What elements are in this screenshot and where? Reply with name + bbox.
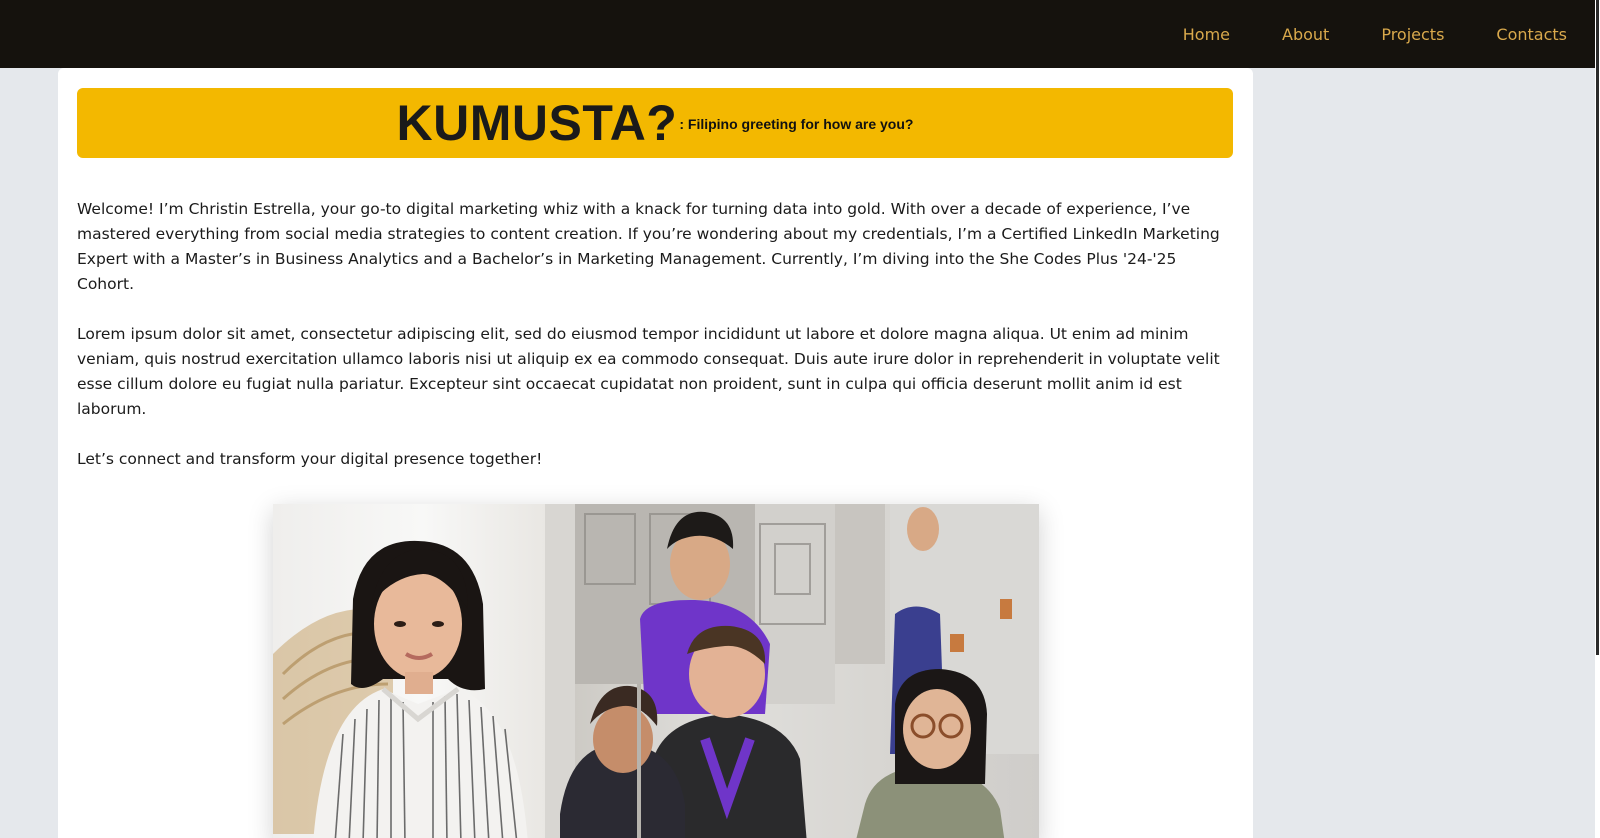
portrait-photo-illustration [273,540,528,838]
bio-text: Welcome! I’m Christin Estrella, your go-… [77,197,1237,497]
hero-subtitle: : Filipino greeting for how are you? [679,116,914,132]
bio-paragraph-lorem: Lorem ipsum dolor sit amet, consectetur … [77,325,1220,418]
nav-link-about[interactable]: About [1282,25,1329,44]
nav-link-projects[interactable]: Projects [1381,25,1444,44]
top-navigation-bar: Home About Projects Contacts [0,0,1595,68]
nav-link-contacts[interactable]: Contacts [1496,25,1567,44]
photo-collage [273,504,1039,838]
bio-paragraph-connect: Let’s connect and transform your digital… [77,450,543,468]
nav-link-home[interactable]: Home [1183,25,1230,44]
portrait-photo [273,504,545,838]
hero-banner: KUMUSTA? : Filipino greeting for how are… [77,88,1233,158]
scrollbar-thumb[interactable] [1596,0,1599,655]
group-photo-illustration [545,504,1039,838]
bio-paragraph-welcome: Welcome! I’m Christin Estrella, your go-… [77,200,1220,293]
group-photo [545,504,1039,838]
hero-title: KUMUSTA? [396,95,678,151]
page: Home About Projects Contacts KUMUSTA? : … [0,0,1600,838]
vertical-scrollbar[interactable] [1595,0,1600,838]
about-content-card: KUMUSTA? : Filipino greeting for how are… [58,68,1253,838]
